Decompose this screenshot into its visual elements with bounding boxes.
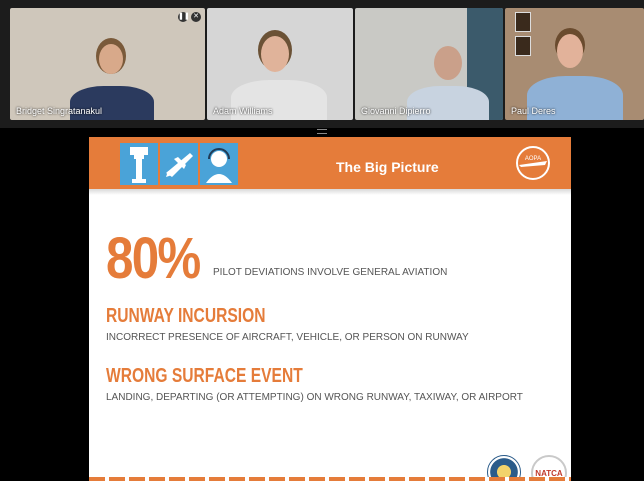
bottom-stripe xyxy=(89,477,571,481)
participant-tile[interactable]: Giovanni Dipierro xyxy=(355,8,503,120)
pause-icon[interactable]: ❚❚ xyxy=(178,12,190,22)
face xyxy=(557,34,583,68)
face xyxy=(99,44,123,74)
section-text: INCORRECT PRESENCE OF AIRCRAFT, VEHICLE,… xyxy=(106,332,469,343)
stat-value: 80% xyxy=(106,226,201,291)
wall-frame xyxy=(515,12,531,32)
section-heading: WRONG SURFACE EVENT xyxy=(106,365,303,387)
airplane-icon xyxy=(160,143,198,185)
wall-frame xyxy=(515,36,531,56)
tile-controls: ❚❚ ✕ xyxy=(178,12,201,22)
controller-headset-icon xyxy=(200,143,238,185)
participant-name: Giovanni Dipierro xyxy=(361,106,431,116)
participant-name: Adam Williams xyxy=(213,106,273,116)
participant-tile[interactable]: ❚❚ ✕ Bridget Singratanakul xyxy=(10,8,205,120)
slide-banner: The Big Picture AOPA xyxy=(89,137,571,189)
shared-slide: The Big Picture AOPA 80% PILOT DEVIATION… xyxy=(89,137,571,481)
control-tower-icon xyxy=(120,143,158,185)
participant-name: Paul Deres xyxy=(511,106,556,116)
participant-strip: ❚❚ ✕ Bridget Singratanakul Adam Williams… xyxy=(0,0,644,128)
video-conference-window: ❚❚ ✕ Bridget Singratanakul Adam Williams… xyxy=(0,0,644,481)
close-icon[interactable]: ✕ xyxy=(191,12,201,22)
slide-title: The Big Picture xyxy=(336,159,439,175)
participant-tile[interactable]: Paul Deres xyxy=(505,8,644,120)
resize-handle[interactable] xyxy=(317,129,327,134)
face xyxy=(434,46,462,80)
air-safety-institute-seal: AOPA xyxy=(515,145,551,181)
face xyxy=(261,36,289,72)
section-text: LANDING, DEPARTING (OR ATTEMPTING) ON WR… xyxy=(106,392,523,403)
participant-tile[interactable]: Adam Williams xyxy=(207,8,353,120)
banner-shadow xyxy=(89,189,571,195)
section-heading: RUNWAY INCURSION xyxy=(106,305,266,327)
seal-label: AOPA xyxy=(525,156,541,162)
stat-caption: PILOT DEVIATIONS INVOLVE GENERAL AVIATIO… xyxy=(213,267,448,278)
participant-name: Bridget Singratanakul xyxy=(16,106,103,116)
